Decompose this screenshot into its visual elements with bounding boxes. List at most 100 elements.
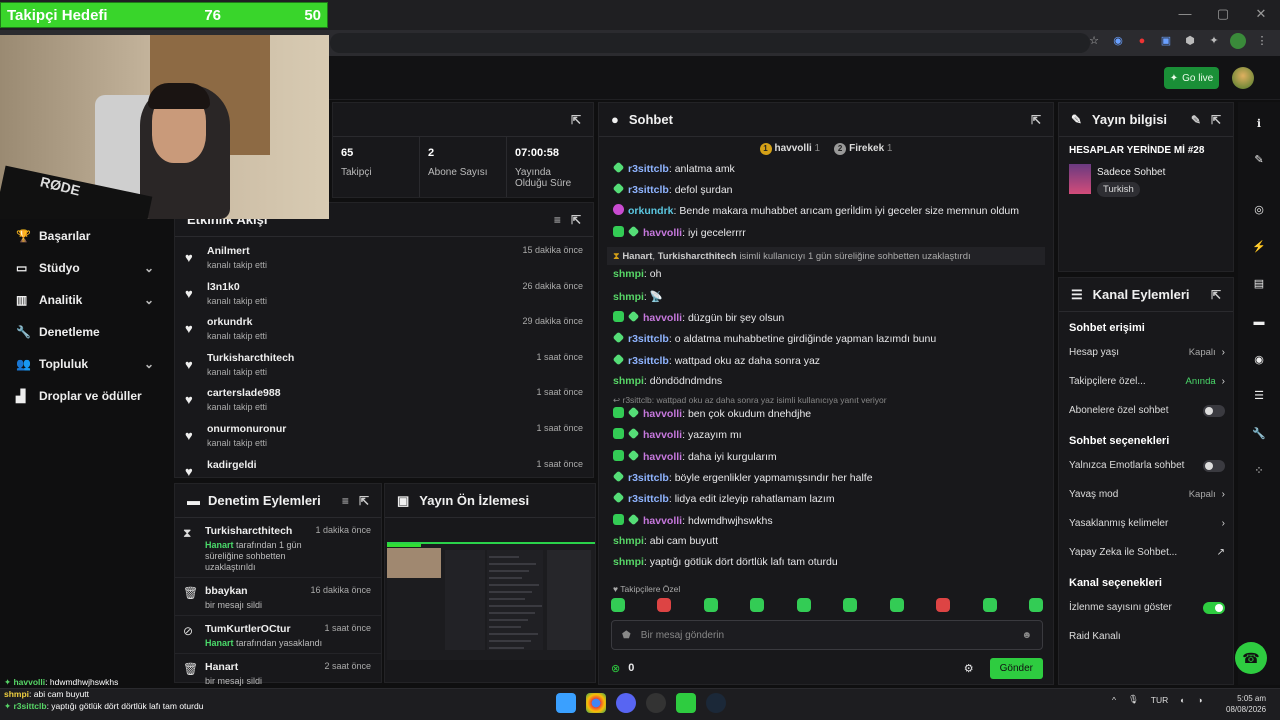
pen-icon[interactable]: ✎ — [1248, 148, 1270, 170]
extension-icon[interactable]: ⬢ — [1182, 33, 1198, 49]
chat-username[interactable]: shmpi — [613, 535, 644, 547]
steam-icon[interactable] — [706, 693, 726, 713]
clock[interactable]: 5:05 am 08/08/2026 — [1226, 693, 1266, 715]
emoji-icon[interactable]: ☻ — [1021, 630, 1032, 641]
emote-icon[interactable] — [611, 598, 625, 612]
queue-icon[interactable]: ☰ — [1248, 384, 1270, 406]
popout-icon[interactable]: ⇱ — [1211, 113, 1221, 127]
chat-username[interactable]: r3sittclb — [628, 493, 669, 505]
chat-input[interactable]: ⬟ Bir mesaj gönderin ☻ — [611, 620, 1043, 650]
emote-icon[interactable] — [843, 598, 858, 612]
chat-username[interactable]: r3sittclb — [628, 163, 669, 175]
show-viewers-toggle[interactable] — [1203, 601, 1225, 614]
extension-icon[interactable]: ▣ — [1158, 33, 1174, 49]
popout-icon[interactable]: ⇱ — [359, 494, 369, 508]
chrome-icon[interactable] — [586, 693, 606, 713]
extension-icon[interactable]: ● — [1134, 33, 1150, 49]
discord-icon[interactable] — [616, 693, 636, 713]
chat-username[interactable]: havvolli — [643, 451, 682, 463]
slow-mode-option[interactable]: Yavaş mod Kapalı › — [1059, 480, 1233, 509]
emote-icon[interactable] — [889, 598, 904, 612]
popout-icon[interactable]: ⇱ — [571, 213, 581, 227]
filter-icon[interactable]: ≡ — [554, 213, 561, 227]
moderation-user[interactable]: Turkisharcthitech — [205, 525, 315, 537]
moderator-name[interactable]: Hanart — [205, 638, 234, 648]
chat-username[interactable]: shmpi — [613, 375, 644, 387]
leaderboard-entry[interactable]: 1 havvolli 1 — [759, 143, 820, 155]
info-icon[interactable]: ℹ — [1248, 112, 1270, 134]
activity-user[interactable]: l3n1k0 — [207, 281, 522, 293]
activity-user[interactable]: Turkisharcthitech — [207, 352, 536, 364]
sidebar-item[interactable]: 👥 Topluluk ⌄ — [0, 348, 172, 380]
tag-badge[interactable]: Turkish — [1097, 182, 1140, 197]
filter-icon[interactable]: ≡ — [342, 494, 349, 508]
windows-start-icon[interactable] — [556, 693, 576, 713]
headset-icon[interactable]: ☎ — [1235, 642, 1267, 674]
chevron-up-icon[interactable]: ^ — [1112, 695, 1116, 705]
chat-username[interactable]: havvolli — [643, 312, 682, 324]
emote-icon[interactable] — [750, 598, 765, 612]
chat-username[interactable]: r3sittclb — [628, 333, 669, 345]
mic-icon[interactable]: 🎙 — [1128, 694, 1139, 705]
network-icon[interactable]: ◐ — [1180, 695, 1185, 705]
emote-icon[interactable] — [796, 598, 811, 612]
chat-username[interactable]: shmpi — [613, 556, 644, 568]
broadcast-icon[interactable]: ◉ — [1248, 348, 1270, 370]
obs-icon[interactable] — [646, 693, 666, 713]
sidebar-item[interactable]: ▟ Droplar ve ödüller — [0, 380, 172, 412]
language-indicator[interactable]: TUR — [1151, 695, 1168, 705]
emote-icon[interactable] — [657, 598, 672, 612]
moderation-user[interactable]: Hanart — [205, 661, 324, 673]
profile-icon[interactable] — [1230, 33, 1246, 49]
chat-username[interactable]: shmpi — [613, 291, 644, 303]
stream-preview-image[interactable] — [387, 542, 595, 660]
emote-icon[interactable] — [982, 598, 997, 612]
moderation-user[interactable]: TumKurtlerOCtur — [205, 623, 324, 635]
bolt-icon[interactable]: ⚡ — [1248, 235, 1270, 257]
avatar[interactable] — [1232, 67, 1254, 89]
activity-user[interactable]: kadirgeldi — [207, 459, 536, 471]
menu-icon[interactable]: ⋮ — [1254, 33, 1270, 49]
maximize-icon[interactable]: ▢ — [1204, 0, 1242, 30]
popout-icon[interactable]: ⇱ — [1031, 113, 1041, 127]
chat-username[interactable]: havvolli — [643, 227, 682, 239]
wrench-icon[interactable]: 🔧 — [1248, 422, 1270, 444]
emote-only-toggle[interactable] — [1203, 459, 1225, 472]
subs-only-toggle[interactable] — [1203, 404, 1225, 417]
ai-chat-option[interactable]: Yapay Zeka ile Sohbet... ↗ — [1059, 538, 1233, 567]
account-age-option[interactable]: Hesap yaşı Kapalı › — [1059, 338, 1233, 367]
target-user[interactable]: Turkisharcthitech — [658, 251, 737, 262]
popout-icon[interactable]: ⇱ — [1211, 288, 1221, 302]
edit-icon[interactable]: ✎ — [1191, 113, 1201, 127]
followers-only-option[interactable]: Takipçilere özel... Anında › — [1059, 367, 1233, 396]
sidebar-item[interactable]: ▭ Stüdyo ⌄ — [0, 252, 172, 284]
go-live-button[interactable]: ✦ Go live — [1164, 67, 1219, 89]
points-icon[interactable]: ⊗ — [611, 662, 620, 675]
extension-icon[interactable]: ◉ — [1110, 33, 1126, 49]
activity-user[interactable]: Anilmert — [207, 245, 522, 257]
popout-icon[interactable]: ⇱ — [571, 113, 581, 127]
emote-icon[interactable] — [936, 598, 951, 612]
chat-username[interactable]: r3sittclb — [628, 355, 669, 367]
moderator-name[interactable]: Hanart — [622, 251, 652, 262]
moderation-user[interactable]: bbaykan — [205, 585, 310, 597]
close-icon[interactable]: ✕ — [1242, 0, 1280, 30]
activity-user[interactable]: orkundrk — [207, 316, 522, 328]
clipboard-icon[interactable]: ▤ — [1248, 272, 1270, 294]
kick-icon[interactable] — [676, 693, 696, 713]
chat-username[interactable]: havvolli — [643, 515, 682, 527]
volume-icon[interactable]: ◑ — [1197, 695, 1202, 705]
emote-icon[interactable] — [1028, 598, 1043, 612]
sidebar-item[interactable]: 🔧 Denetleme — [0, 316, 172, 348]
banned-words-option[interactable]: Yasaklanmış kelimeler › — [1059, 509, 1233, 538]
chat-username[interactable]: havvolli — [643, 408, 682, 420]
address-bar[interactable] — [330, 33, 1090, 53]
bookmark-star-icon[interactable]: ☆ — [1086, 33, 1102, 49]
chat-username[interactable]: r3sittclb — [628, 184, 669, 196]
activity-user[interactable]: carterslade988 — [207, 387, 536, 399]
minimize-icon[interactable]: — — [1166, 0, 1204, 30]
leaderboard-entry[interactable]: 2 Firekek 1 — [834, 143, 892, 155]
activity-user[interactable]: onurmonuronur — [207, 423, 536, 435]
dots-icon[interactable]: ⁘ — [1248, 459, 1270, 481]
chat-username[interactable]: r3sittclb — [628, 472, 669, 484]
